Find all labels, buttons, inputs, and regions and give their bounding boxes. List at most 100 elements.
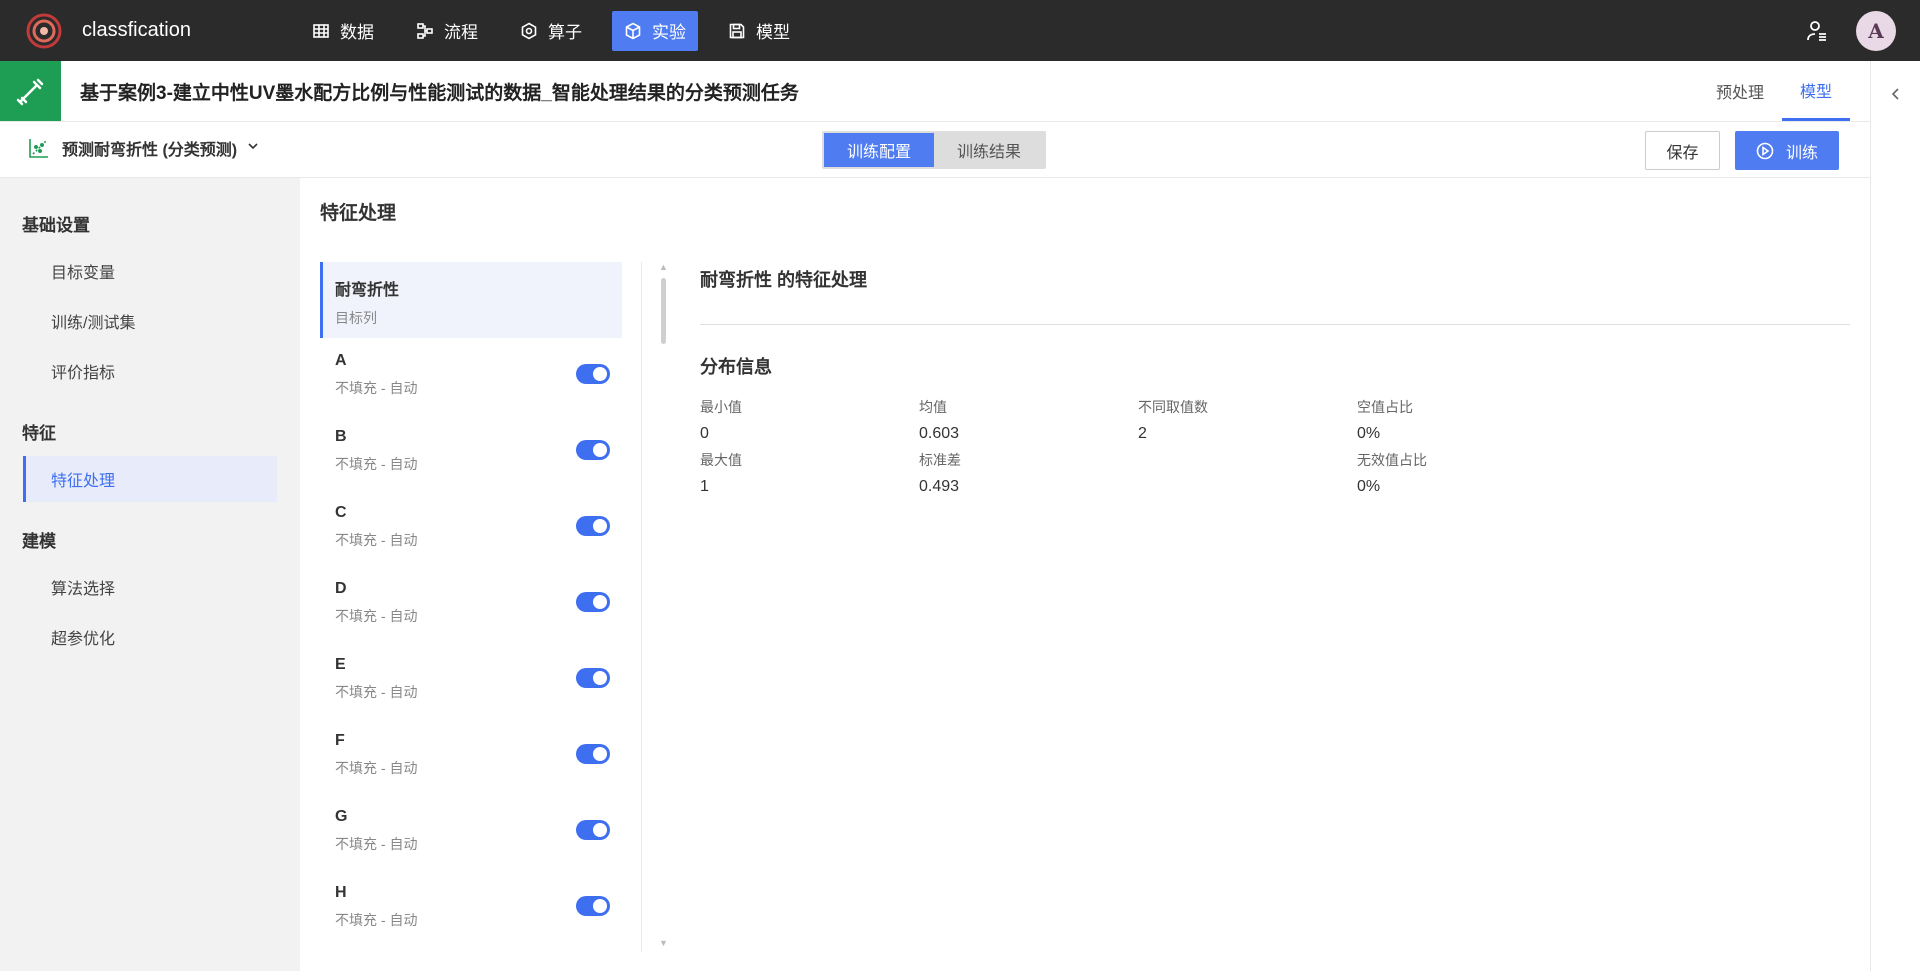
distribution-stats: 最小值 0 均值 0.603 不同取值数 2 空值占比 0% 最大值 1 标准差 0.493 无效值占比… <box>700 397 1850 507</box>
avatar[interactable]: A <box>1856 10 1896 51</box>
feature-subtitle: 目标列 <box>335 310 377 326</box>
stat-label: 标准差 <box>919 452 961 468</box>
nav-item-label: 流程 <box>444 23 478 42</box>
stat-label: 最大值 <box>700 452 742 468</box>
feature-list-item[interactable]: C 不填充 - 自动 <box>320 490 622 566</box>
cube-icon <box>624 22 652 40</box>
stat-item: 无效值占比 0% <box>1357 450 1557 496</box>
stat-item: 标准差 0.493 <box>919 450 1119 496</box>
feature-detail-title: 耐弯折性 的特征处理 <box>700 270 868 290</box>
stat-item: 不同取值数 2 <box>1138 397 1338 443</box>
distribution-title: 分布信息 <box>700 357 772 377</box>
feature-enable-toggle[interactable] <box>576 820 610 840</box>
stat-value: 0% <box>1357 478 1381 495</box>
feature-enable-toggle[interactable] <box>576 896 610 916</box>
title-bar: 基于案例3-建立中性UV墨水配方比例与性能测试的数据_智能处理结果的分类预测任务… <box>0 61 1870 122</box>
app-logo-icon[interactable] <box>22 9 66 53</box>
section-title: 特征处理 <box>320 203 397 224</box>
feature-list-scrollbar[interactable]: ▲ ▼ <box>658 262 668 952</box>
sidebar-group-heading: 特征 <box>22 423 56 443</box>
sidebar-item-algorithm-selection[interactable]: 算法选择 <box>23 564 277 610</box>
chevron-left-icon[interactable] <box>1889 87 1903 971</box>
nav-item-flow[interactable]: 流程 <box>404 11 490 51</box>
nav-item-cube[interactable]: 实验 <box>612 10 698 51</box>
feature-list-item[interactable]: 耐弯折性 目标列 <box>320 262 622 338</box>
nav-item-label: 数据 <box>340 23 374 42</box>
nav-item-label: 模型 <box>756 23 790 42</box>
scatter-chart-icon <box>28 137 50 159</box>
settings-sidebar: 基础设置目标变量 训练/测试集 评价指标特征特征处理建模算法选择 超参优化 <box>0 178 300 971</box>
scroll-up-icon[interactable]: ▲ <box>659 262 668 272</box>
nav-item-hexagon[interactable]: 算子 <box>508 11 594 51</box>
user-settings-icon[interactable] <box>1802 16 1832 46</box>
page-title: 基于案例3-建立中性UV墨水配方比例与性能测试的数据_智能处理结果的分类预测任务 <box>80 82 799 104</box>
wrench-icon <box>0 61 61 121</box>
sidebar-item-target-variable[interactable]: 目标变量 <box>23 248 277 294</box>
table-icon <box>312 22 340 40</box>
nav-item-label: 实验 <box>652 23 686 42</box>
hexagon-icon <box>520 22 548 40</box>
sidebar-group-heading: 建模 <box>22 531 56 551</box>
chevron-down-icon <box>247 139 259 157</box>
nav-item-table[interactable]: 数据 <box>300 11 386 51</box>
sidebar-item-train-test-split[interactable]: 训练/测试集 <box>23 298 277 344</box>
stat-label: 无效值占比 <box>1357 452 1427 468</box>
stat-item: 最小值 0 <box>700 397 900 443</box>
top-nav-bar: classfication 数据 流程 算子 实验 模型 A <box>0 0 1920 61</box>
stat-label: 最小值 <box>700 399 742 415</box>
feature-list-item[interactable]: A 不填充 - 自动 <box>320 338 622 414</box>
stat-value: 0.603 <box>919 425 960 442</box>
sidebar-item-feature-processing[interactable]: 特征处理 <box>23 456 277 502</box>
scroll-down-icon[interactable]: ▼ <box>659 938 668 948</box>
stat-label: 不同取值数 <box>1138 399 1208 415</box>
task-selector[interactable]: 预测耐弯折性 (分类预测) <box>28 136 259 160</box>
feature-list-item[interactable]: E 不填充 - 自动 <box>320 642 622 718</box>
stat-item: 空值占比 0% <box>1357 397 1557 443</box>
scroll-thumb[interactable] <box>661 278 666 344</box>
feature-enable-toggle[interactable] <box>576 440 610 460</box>
play-circle-icon <box>1756 142 1786 160</box>
view-segmented-control: 训练配置 训练结果 <box>822 131 1046 169</box>
divider <box>700 324 1850 325</box>
sidebar-item-hyperparameter-tuning[interactable]: 超参优化 <box>23 614 277 660</box>
main-content: 特征处理 耐弯折性 目标列 A 不填充 - 自动 B 不填充 - 自动 C 不填充 - 自动 D… <box>300 178 1870 971</box>
stat-value: 0.493 <box>919 478 960 495</box>
tab-model[interactable]: 模型 <box>1781 61 1850 121</box>
stat-value: 1 <box>700 478 709 495</box>
sidebar-group-heading: 基础设置 <box>22 215 90 235</box>
feature-detail-panel: 耐弯折性 的特征处理 分布信息 最小值 0 均值 0.603 不同取值数 2 空值占比 0% 最… <box>700 262 1850 507</box>
feature-list-item[interactable]: G 不填充 - 自动 <box>320 794 622 870</box>
train-button-label: 训练 <box>1785 144 1818 162</box>
feature-list-item[interactable]: F 不填充 - 自动 <box>320 718 622 794</box>
feature-enable-toggle[interactable] <box>576 592 610 612</box>
feature-list: 耐弯折性 目标列 A 不填充 - 自动 B 不填充 - 自动 C 不填充 - 自动 D 不填充 -… <box>320 262 642 952</box>
title-tabs: 预处理 模型 <box>1698 61 1850 121</box>
task-selector-label: 预测耐弯折性 (分类预测) <box>62 142 238 159</box>
feature-list-item[interactable]: B 不填充 - 自动 <box>320 414 622 490</box>
feature-name: 耐弯折性 <box>335 282 400 299</box>
feature-enable-toggle[interactable] <box>576 516 610 536</box>
feature-enable-toggle[interactable] <box>576 744 610 764</box>
feature-enable-toggle[interactable] <box>576 668 610 688</box>
nav-item-label: 算子 <box>548 23 582 42</box>
feature-list-item[interactable]: H 不填充 - 自动 <box>320 870 622 946</box>
stat-item: 最大值 1 <box>700 450 900 496</box>
stat-value: 2 <box>1138 425 1147 442</box>
stat-value: 0% <box>1357 425 1381 442</box>
feature-list-item[interactable]: D 不填充 - 自动 <box>320 566 622 642</box>
save-button[interactable]: 保存 <box>1645 131 1720 170</box>
stat-label: 空值占比 <box>1357 399 1413 415</box>
tab-preprocess[interactable]: 预处理 <box>1698 61 1782 121</box>
feature-enable-toggle[interactable] <box>576 364 610 384</box>
tab-training-config[interactable]: 训练配置 <box>824 133 934 167</box>
app-name[interactable]: classfication <box>82 19 300 42</box>
train-button[interactable]: 训练 <box>1735 131 1839 170</box>
stat-value: 0 <box>700 425 709 442</box>
toolbar: 预测耐弯折性 (分类预测) 训练配置 训练结果 保存 训练 <box>0 122 1870 178</box>
nav-item-save[interactable]: 模型 <box>716 11 802 51</box>
save-icon <box>728 22 756 40</box>
tab-training-result[interactable]: 训练结果 <box>934 133 1044 167</box>
collapse-panel-strip <box>1870 61 1920 971</box>
stat-item: 均值 0.603 <box>919 397 1119 443</box>
sidebar-item-evaluation-metrics[interactable]: 评价指标 <box>23 348 277 394</box>
